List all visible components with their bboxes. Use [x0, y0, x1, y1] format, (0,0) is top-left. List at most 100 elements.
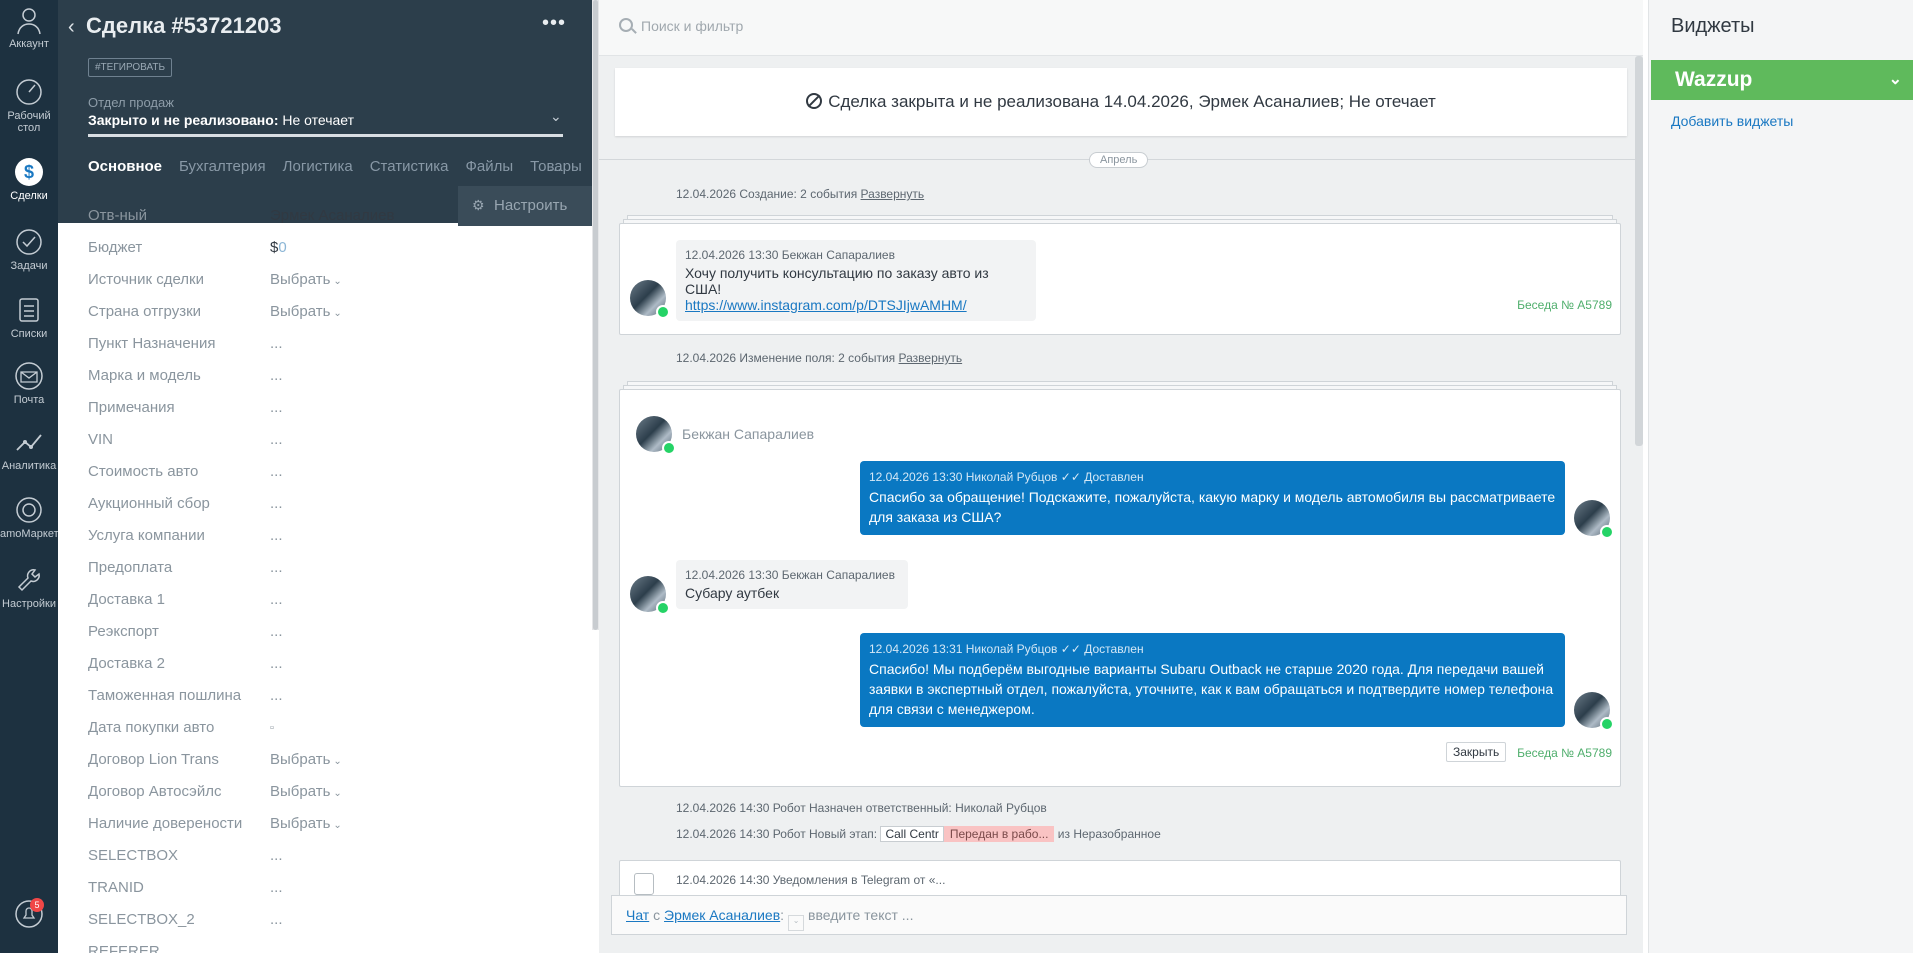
field-value[interactable]: ...	[270, 335, 283, 352]
field-row: Договор Автосэйлс Выбрать ⌄	[88, 780, 568, 812]
nav-item-mail[interactable]: Почта	[0, 360, 58, 406]
field-value[interactable]: ...	[270, 463, 283, 480]
chat-type-link[interactable]: Чат	[626, 907, 649, 923]
field-label: Отв-ный	[88, 207, 147, 224]
field-label: Аукционный сбор	[88, 495, 210, 512]
pipeline-status[interactable]: Закрыто и не реализовано: Не отечает	[88, 112, 354, 128]
event-created: 12.04.2026 Создание: 2 события Развернут…	[676, 187, 924, 201]
add-widgets-link[interactable]: Добавить виджеты	[1671, 113, 1793, 129]
field-label: TRANID	[88, 879, 144, 896]
card-scrollbar[interactable]	[592, 0, 599, 630]
more-menu-icon[interactable]: •••	[542, 12, 566, 35]
notifications-button[interactable]: 5	[0, 898, 58, 932]
search-input[interactable]: Поиск и фильтр	[641, 18, 743, 34]
contact-name[interactable]: Бекжан Сапаралиев	[682, 426, 814, 442]
widgets-panel: Виджеты Wazzup ⌄ Добавить виджеты	[1648, 0, 1913, 953]
field-label: Реэкспорт	[88, 623, 159, 640]
field-select[interactable]: Выбрать ⌄	[270, 271, 342, 288]
field-value[interactable]: Эрмек Асаналиев	[270, 207, 394, 224]
field-select[interactable]: Выбрать ⌄	[270, 303, 342, 320]
field-value[interactable]: ...	[270, 623, 283, 640]
field-row: Пункт Назначения...	[88, 332, 568, 364]
event-field-change: 12.04.2026 Изменение поля: 2 события Раз…	[676, 351, 962, 365]
select-label: Выбрать	[270, 303, 331, 320]
field-value[interactable]: ...	[270, 559, 283, 576]
tab-files[interactable]: Файлы	[465, 158, 513, 175]
conversation-card: Бекжан Сапаралиев 12.04.2026 13:30 Никол…	[619, 389, 1621, 787]
tasks-icon	[16, 229, 42, 255]
budget-value[interactable]: $0	[270, 239, 287, 256]
conversation-number[interactable]: Беседа № А5789	[1517, 298, 1612, 312]
message-link[interactable]: https://www.instagram.com/p/DTSJIjwAMHM/	[685, 297, 967, 313]
card-tabs: Основное Бухгалтерия Логистика Статистика Фа…	[88, 158, 592, 178]
nav-item-deals[interactable]: $ Сделки	[0, 156, 58, 202]
chat-contact-link[interactable]: Эрмек Асаналиев	[664, 907, 780, 923]
tabs-more-button[interactable]: ...	[549, 158, 562, 175]
nav-item-tasks[interactable]: Задачи	[0, 226, 58, 272]
field-value[interactable]: ...	[270, 655, 283, 672]
tab-main[interactable]: Основное	[88, 158, 162, 175]
stage-to: Передан в рабо...	[943, 826, 1055, 842]
deal-fields: Отв-ный Эрмек Асаналиев Бюджет $0 Источник…	[88, 204, 568, 953]
field-value[interactable]: ...	[270, 527, 283, 544]
field-value[interactable]: ...	[270, 367, 283, 384]
field-value[interactable]: ...	[270, 591, 283, 608]
nav-item-settings[interactable]: Настройки	[0, 564, 58, 610]
notifications-badge: 5	[30, 898, 44, 912]
chevron-down-icon[interactable]: ⌄	[788, 915, 805, 931]
nav-item-account[interactable]: Аккаунт	[0, 4, 58, 50]
nav-item-analytics[interactable]: Аналитика	[0, 426, 58, 472]
nav-item-dashboard[interactable]: Рабочий стол	[0, 76, 58, 134]
chat-composer[interactable]: Чат с Эрмек Асаналиев: ⌄ введите текст ...	[611, 895, 1627, 935]
field-row: Предоплата...	[88, 556, 568, 588]
tag-button[interactable]: #ТЕГИРОВАТЬ	[88, 58, 173, 77]
tab-accounting[interactable]: Бухгалтерия	[179, 158, 266, 175]
nav-label: Рабочий стол	[7, 110, 51, 134]
nav-item-market[interactable]: amoМаркет	[0, 494, 59, 540]
field-select[interactable]: Выбрать ⌄	[270, 783, 342, 800]
feed-scrollbar[interactable]	[1635, 56, 1643, 446]
field-label: Страна отгрузки	[88, 303, 202, 320]
market-icon	[16, 497, 42, 523]
expand-link[interactable]: Развернуть	[861, 187, 925, 201]
chevron-down-icon[interactable]: ⌄	[550, 108, 562, 125]
ban-icon	[806, 93, 823, 109]
calendar-icon[interactable]: ▫	[270, 722, 274, 734]
chevron-down-icon: ⌄	[333, 820, 342, 831]
tab-statistics[interactable]: Статистика	[370, 158, 449, 175]
chat-with-text: с	[653, 907, 661, 923]
tab-logistics[interactable]: Логистика	[283, 158, 353, 175]
field-value[interactable]: ...	[270, 495, 283, 512]
field-value[interactable]: ...	[270, 847, 283, 864]
field-row: SELECTBOX_2...	[88, 908, 568, 940]
wazzup-widget[interactable]: Wazzup ⌄	[1651, 60, 1913, 100]
field-row: Наличие доверености Выбрать ⌄	[88, 812, 568, 844]
field-label: Услуга компании	[88, 527, 205, 544]
field-select[interactable]: Выбрать ⌄	[270, 751, 342, 768]
conversation-number[interactable]: Беседа № А5789	[1517, 746, 1612, 760]
field-value[interactable]: ...	[270, 943, 283, 953]
field-value[interactable]: ...	[270, 431, 283, 448]
budget-amount: 0	[278, 239, 287, 256]
field-value[interactable]: ...	[270, 911, 283, 928]
field-label: Предоплата	[88, 559, 173, 576]
whatsapp-icon	[656, 601, 670, 615]
field-label: Доставка 1	[88, 591, 165, 608]
chat-input[interactable]: введите текст ...	[808, 907, 913, 923]
expand-link[interactable]: Развернуть	[899, 351, 963, 365]
lists-icon	[19, 298, 39, 322]
back-arrow-icon[interactable]: ‹	[68, 16, 75, 39]
field-value[interactable]: ...	[270, 399, 283, 416]
field-value[interactable]: ...	[270, 687, 283, 704]
field-select[interactable]: Выбрать ⌄	[270, 815, 342, 832]
close-conversation-button[interactable]: Закрыть	[1446, 742, 1507, 762]
chevron-down-icon: ⌄	[333, 308, 342, 319]
search-bar[interactable]: Поиск и фильтр	[599, 0, 1643, 56]
field-row: Бюджет $0	[88, 236, 568, 268]
nav-item-lists[interactable]: Списки	[0, 294, 58, 340]
analytics-icon	[16, 434, 42, 451]
field-row: TRANID...	[88, 876, 568, 908]
conversation-card: 12.04.2026 13:30 Бекжан Сапаралиев Хочу …	[619, 223, 1621, 335]
nav-label: Аккаунт	[9, 38, 49, 50]
field-value[interactable]: ...	[270, 879, 283, 896]
